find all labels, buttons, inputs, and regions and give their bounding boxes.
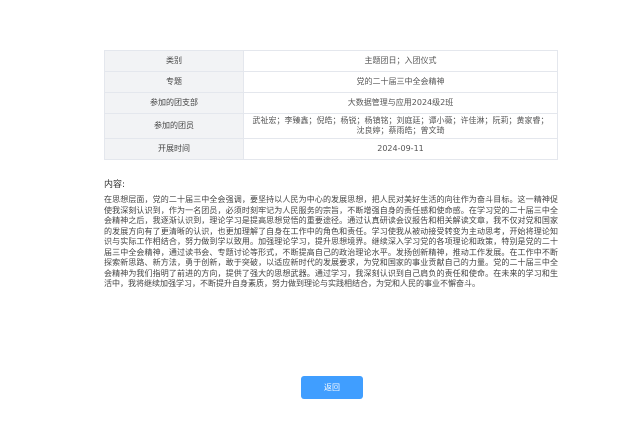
topic-label: 专题 <box>104 71 244 93</box>
content-body: 在思想层面，党的二十届三中全会强调，要坚持以人民为中心的发展思想，把人民对美好生… <box>104 195 558 288</box>
activity-info-table: 类别 主题团日；入团仪式 专题 党的二十届三中全会精神 参加的团支部 大数据管理… <box>104 50 558 160</box>
members-value: 武祉宏；李臻鑫；倪皓；杨锐；杨镇铭；刘庭廷；谭小薇；许佳淋；阮莉；黄家睿；沈良婷… <box>243 113 558 139</box>
back-button[interactable]: 返回 <box>301 376 363 399</box>
date-label: 开展时间 <box>104 138 244 160</box>
category-label: 类别 <box>104 50 244 72</box>
table-row: 专题 党的二十届三中全会精神 <box>104 71 558 93</box>
date-value: 2024-09-11 <box>243 138 558 160</box>
content-heading: 内容: <box>104 180 126 190</box>
topic-value: 党的二十届三中全会精神 <box>243 71 558 93</box>
members-label: 参加的团员 <box>104 113 244 139</box>
table-row: 参加的团支部 大数据管理与应用2024级2班 <box>104 92 558 114</box>
branch-value: 大数据管理与应用2024级2班 <box>243 92 558 114</box>
table-row: 参加的团员 武祉宏；李臻鑫；倪皓；杨锐；杨镇铭；刘庭廷；谭小薇；许佳淋；阮莉；黄… <box>104 113 558 139</box>
table-row: 类别 主题团日；入团仪式 <box>104 50 558 72</box>
table-row: 开展时间 2024-09-11 <box>104 138 558 160</box>
branch-label: 参加的团支部 <box>104 92 244 114</box>
category-value: 主题团日；入团仪式 <box>243 50 558 72</box>
